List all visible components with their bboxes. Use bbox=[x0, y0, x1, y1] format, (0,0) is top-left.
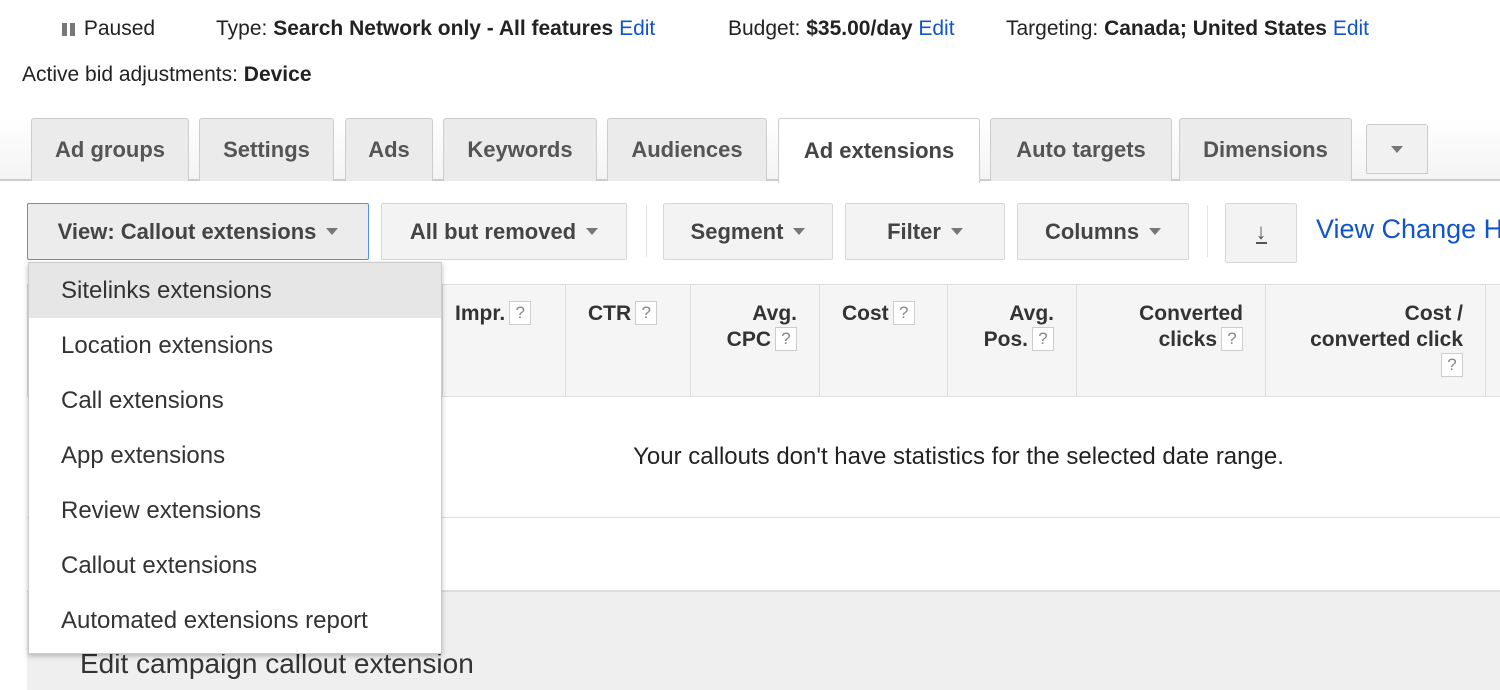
tab-bar: Ad groups Settings Ads Keywords Audience… bbox=[0, 118, 1500, 183]
chevron-down-icon bbox=[950, 228, 963, 235]
segment-button[interactable]: Segment bbox=[663, 203, 833, 260]
help-icon[interactable]: ? bbox=[1441, 353, 1463, 377]
menu-item-location[interactable]: Location extensions bbox=[29, 318, 441, 373]
edit-targeting-link[interactable]: Edit bbox=[1333, 17, 1369, 40]
help-icon[interactable]: ? bbox=[775, 327, 797, 351]
help-icon[interactable]: ? bbox=[509, 301, 532, 325]
tab-ad-groups[interactable]: Ad groups bbox=[31, 118, 189, 181]
menu-item-automated-report[interactable]: Automated extensions report bbox=[29, 593, 441, 648]
tab-dimensions[interactable]: Dimensions bbox=[1179, 118, 1352, 181]
column-header-avg-cpc[interactable]: Avg. CPC? bbox=[691, 284, 820, 397]
view-dropdown-menu: Sitelinks extensions Location extensions… bbox=[28, 262, 442, 654]
status-text: Paused bbox=[83, 17, 156, 40]
tab-audiences[interactable]: Audiences bbox=[607, 118, 767, 181]
edit-type-link[interactable]: Edit bbox=[619, 17, 655, 40]
menu-item-review[interactable]: Review extensions bbox=[29, 483, 441, 538]
edit-budget-link[interactable]: Edit bbox=[918, 17, 954, 40]
status-filter-dropdown[interactable]: All but removed bbox=[381, 203, 627, 260]
tab-ad-extensions[interactable]: Ad extensions bbox=[778, 118, 980, 183]
pause-icon bbox=[62, 17, 78, 40]
more-tabs-button[interactable] bbox=[1366, 124, 1428, 174]
column-header bbox=[1486, 284, 1500, 397]
divider bbox=[646, 205, 647, 257]
menu-item-app[interactable]: App extensions bbox=[29, 428, 441, 483]
chevron-down-icon bbox=[793, 228, 806, 235]
menu-item-sitelinks[interactable]: Sitelinks extensions bbox=[29, 263, 441, 318]
campaign-type: Type: Search Network only - All features… bbox=[216, 17, 656, 40]
column-header-avg-pos[interactable]: Avg. Pos.? bbox=[948, 284, 1077, 397]
tab-settings[interactable]: Settings bbox=[199, 118, 334, 181]
tab-auto-targets[interactable]: Auto targets bbox=[990, 118, 1172, 181]
column-header-cost[interactable]: Cost? bbox=[820, 284, 948, 397]
chevron-down-icon bbox=[1391, 145, 1403, 153]
campaign-targeting: Targeting: Canada; United States Edit bbox=[1006, 17, 1369, 40]
column-header-cost-per-converted-click[interactable]: Cost / converted click? bbox=[1266, 284, 1486, 397]
campaign-status: Paused bbox=[62, 17, 155, 41]
filter-button[interactable]: Filter bbox=[845, 203, 1005, 260]
column-header-ctr[interactable]: CTR? bbox=[566, 284, 691, 397]
help-icon[interactable]: ? bbox=[1221, 327, 1243, 351]
column-header-impr[interactable]: Impr.? bbox=[443, 284, 566, 397]
view-change-history-link[interactable]: View Change H bbox=[1316, 214, 1500, 245]
menu-item-callout[interactable]: Callout extensions bbox=[29, 538, 441, 593]
column-header-converted-clicks[interactable]: Converted clicks? bbox=[1077, 284, 1266, 397]
view-dropdown[interactable]: View: Callout extensions bbox=[27, 203, 369, 260]
help-icon[interactable]: ? bbox=[892, 301, 915, 325]
chevron-down-icon bbox=[326, 228, 339, 235]
chevron-down-icon bbox=[1149, 228, 1162, 235]
help-icon[interactable]: ? bbox=[1032, 327, 1054, 351]
bid-adjustments: Active bid adjustments: Device bbox=[22, 63, 312, 86]
chevron-down-icon bbox=[586, 228, 599, 235]
tab-ads[interactable]: Ads bbox=[345, 118, 433, 181]
tab-keywords[interactable]: Keywords bbox=[443, 118, 597, 181]
download-icon: ↓ bbox=[1255, 219, 1267, 244]
campaign-budget: Budget: $35.00/day Edit bbox=[728, 17, 955, 40]
columns-button[interactable]: Columns bbox=[1017, 203, 1189, 260]
menu-item-call[interactable]: Call extensions bbox=[29, 373, 441, 428]
help-icon[interactable]: ? bbox=[635, 301, 658, 325]
download-button[interactable]: ↓ bbox=[1225, 203, 1297, 263]
divider bbox=[1207, 205, 1208, 257]
